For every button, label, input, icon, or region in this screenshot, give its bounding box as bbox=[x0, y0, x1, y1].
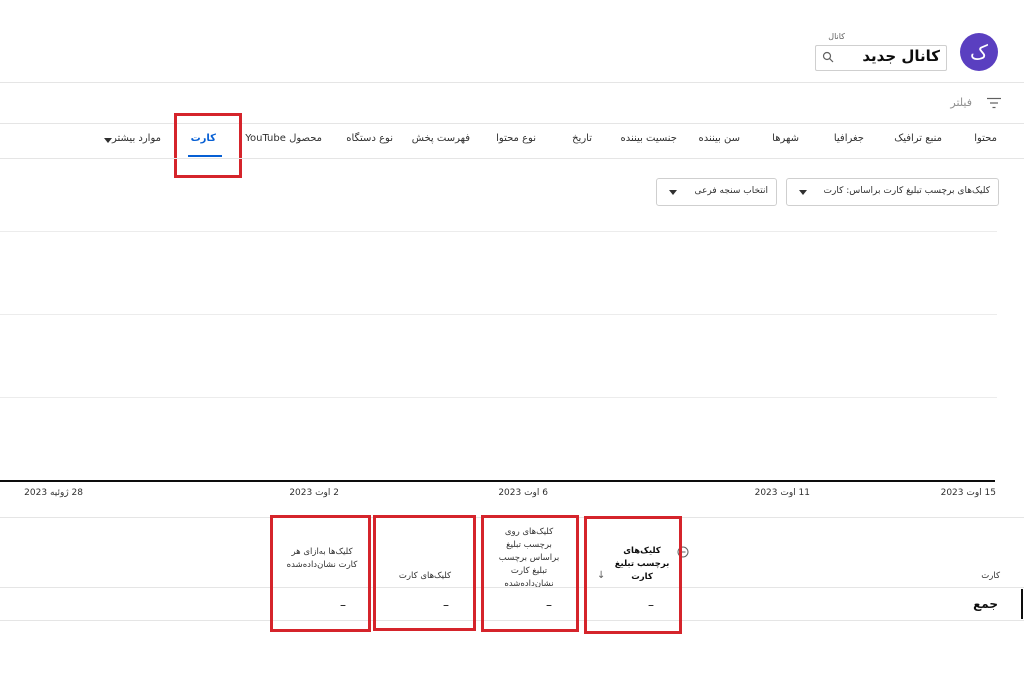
tab-content[interactable]: محتوا bbox=[974, 133, 997, 144]
chevron-down-icon bbox=[799, 190, 807, 195]
secondary-metric-dropdown[interactable]: انتخاب سنجه فرعی bbox=[656, 178, 777, 206]
chevron-down-icon[interactable] bbox=[104, 138, 112, 143]
x-tick-label: 2 اوت 2023 bbox=[289, 488, 339, 498]
channel-avatar[interactable]: ک bbox=[960, 33, 998, 71]
x-tick-label: 15 اوت 2023 bbox=[940, 488, 996, 498]
tab-viewer-age[interactable]: سن بیننده bbox=[699, 133, 741, 144]
filter-icon[interactable] bbox=[987, 97, 1001, 109]
chevron-down-icon bbox=[669, 190, 677, 195]
tab-playlist[interactable]: فهرست پخش bbox=[412, 133, 470, 144]
column-header-card[interactable]: کارت bbox=[981, 570, 1000, 583]
x-tick-label: 11 اوت 2023 bbox=[754, 488, 810, 498]
channel-selector[interactable]: کانال جدید bbox=[815, 45, 947, 71]
tab-content-type[interactable]: نوع محتوا bbox=[496, 133, 536, 144]
x-tick-label: 28 ژوئیه 2023 bbox=[24, 488, 83, 498]
highlight-box bbox=[174, 113, 242, 178]
primary-metric-dropdown[interactable]: کلیک‌های برچسب تبلیغ کارت براساس: کارت bbox=[786, 178, 999, 206]
channel-small-label: کانال bbox=[828, 32, 845, 41]
chart-gridline bbox=[0, 397, 997, 398]
total-label: جمع bbox=[973, 597, 998, 611]
filter-label[interactable]: فیلتر bbox=[920, 96, 972, 109]
secondary-metric-label: انتخاب سنجه فرعی bbox=[694, 186, 769, 196]
chart-x-axis bbox=[0, 480, 995, 482]
tab-geography[interactable]: جغرافیا bbox=[834, 133, 864, 144]
avatar-letter: ک bbox=[970, 40, 988, 64]
divider bbox=[0, 158, 1024, 159]
channel-name: کانال جدید bbox=[862, 47, 940, 65]
divider bbox=[0, 82, 1024, 83]
search-icon bbox=[822, 51, 834, 63]
tab-traffic-source[interactable]: منبع ترافیک bbox=[894, 133, 942, 144]
chart-gridline bbox=[0, 314, 997, 315]
highlight-box bbox=[270, 515, 371, 632]
primary-metric-label: کلیک‌های برچسب تبلیغ کارت براساس: کارت bbox=[823, 186, 990, 196]
tab-cities[interactable]: شهرها bbox=[772, 133, 799, 144]
tab-viewer-gender[interactable]: جنسیت بیننده bbox=[621, 133, 677, 144]
tab-more[interactable]: موارد بیشتر bbox=[112, 133, 161, 144]
highlight-box bbox=[481, 515, 579, 632]
divider bbox=[0, 123, 1024, 124]
tab-youtube-product[interactable]: محصول YouTube bbox=[245, 133, 322, 144]
tab-device-type[interactable]: نوع دستگاه bbox=[346, 133, 393, 144]
highlight-box bbox=[373, 515, 476, 631]
chart-gridline bbox=[0, 231, 997, 232]
highlight-box bbox=[584, 516, 682, 634]
x-tick-label: 6 اوت 2023 bbox=[498, 488, 548, 498]
total-row-indicator bbox=[1021, 589, 1023, 619]
tab-date[interactable]: تاریخ bbox=[572, 133, 592, 144]
